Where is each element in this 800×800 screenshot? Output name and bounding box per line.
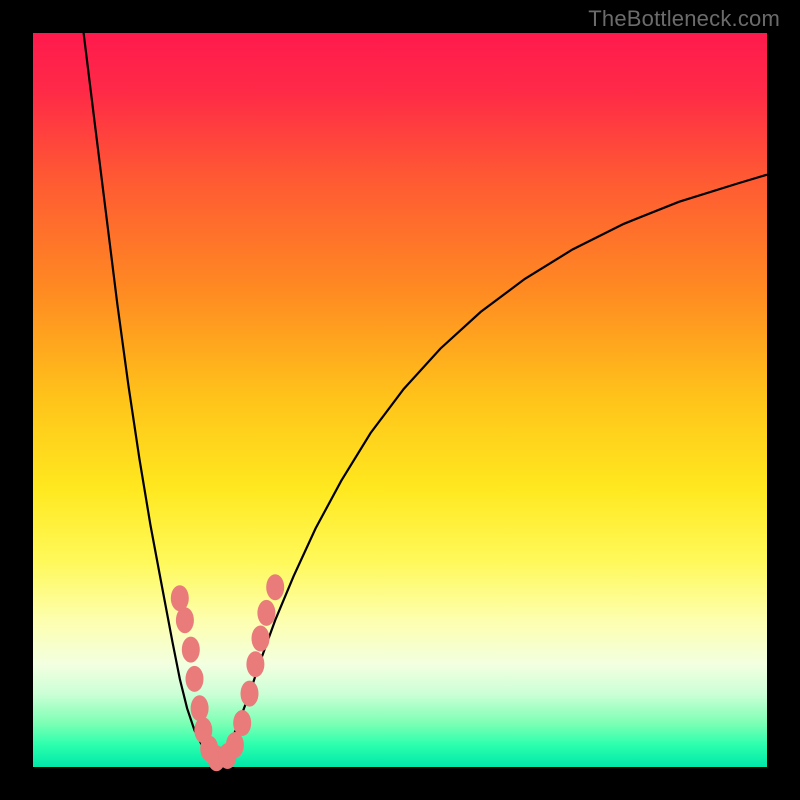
- watermark-text: TheBottleneck.com: [588, 6, 780, 32]
- data-marker: [246, 651, 264, 677]
- data-marker: [252, 626, 270, 652]
- data-marker: [266, 574, 284, 600]
- data-marker: [186, 666, 204, 692]
- data-marker: [241, 681, 259, 707]
- data-marker: [182, 637, 200, 663]
- data-marker: [191, 695, 209, 721]
- data-marker: [233, 710, 251, 736]
- right-branch-curve: [217, 175, 768, 764]
- chart-svg: [33, 33, 767, 767]
- data-marker: [176, 607, 194, 633]
- data-marker: [257, 600, 275, 626]
- chart-frame: TheBottleneck.com: [0, 0, 800, 800]
- marker-group: [171, 574, 284, 771]
- data-marker: [171, 585, 189, 611]
